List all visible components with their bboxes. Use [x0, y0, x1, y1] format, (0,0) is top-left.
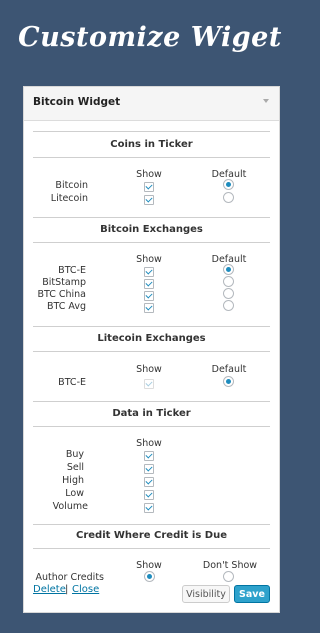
show-checkbox-low[interactable]	[144, 490, 154, 500]
section-divider	[33, 131, 270, 132]
show-column-header: Show	[136, 254, 162, 265]
visibility-button[interactable]: Visibility	[182, 585, 230, 603]
section-divider	[33, 351, 270, 352]
data-label-high: High	[62, 475, 84, 486]
default-radio-litecoin[interactable]	[223, 192, 234, 203]
section-divider	[33, 524, 270, 525]
dont-show-column-header: Don't Show	[202, 560, 258, 571]
default-radio-btc-avg[interactable]	[223, 300, 234, 311]
show-checkbox-buy[interactable]	[144, 451, 154, 461]
data-label-buy: Buy	[65, 449, 84, 460]
show-checkbox-sell[interactable]	[144, 464, 154, 474]
show-checkbox-litecoin[interactable]	[144, 195, 154, 205]
show-checkbox-bitcoin[interactable]	[144, 182, 154, 192]
section-divider	[33, 242, 270, 243]
show-checkbox-btc-avg[interactable]	[144, 303, 154, 313]
section-divider	[33, 326, 270, 327]
default-radio-btc-china[interactable]	[223, 288, 234, 299]
author-credits-show-radio[interactable]	[144, 571, 155, 582]
default-column-header: Default	[211, 364, 247, 375]
section-divider	[33, 157, 270, 158]
save-button[interactable]: Save	[234, 585, 270, 603]
section-title-data-in-ticker: Data in Ticker	[112, 408, 191, 419]
section-title-credit: Credit Where Credit is Due	[76, 530, 227, 541]
section-divider	[33, 426, 270, 427]
show-column-header: Show	[136, 438, 162, 449]
exchange-label-bitstamp: BitStamp	[42, 277, 86, 288]
footer-separator: |	[65, 584, 69, 595]
coin-label-litecoin: Litecoin	[50, 193, 88, 204]
exchange-label-btc-avg: BTC Avg	[46, 301, 86, 312]
bitcoin-widget-panel: Bitcoin Widget Coins in Ticker Show Defa…	[23, 86, 280, 613]
widget-toggle-arrow-icon[interactable]	[263, 99, 269, 103]
exchange-label-btc-e: BTC-E	[58, 265, 86, 276]
show-column-header: Show	[136, 560, 162, 571]
data-label-sell: Sell	[66, 462, 84, 473]
author-credits-dont-show-radio[interactable]	[223, 571, 234, 582]
widget-title: Bitcoin Widget	[33, 96, 121, 108]
show-checkbox-btc-e-litecoin	[144, 379, 154, 389]
author-credits-label: Author Credits	[35, 572, 104, 583]
page-heading: Customize Wiget	[18, 22, 282, 53]
section-title-bitcoin-exchanges: Bitcoin Exchanges	[100, 224, 203, 235]
default-radio-btc-e-litecoin[interactable]	[223, 376, 234, 387]
exchange-label-btc-e-litecoin: BTC-E	[58, 377, 86, 388]
section-divider	[33, 548, 270, 549]
show-checkbox-btc-china[interactable]	[144, 291, 154, 301]
section-divider	[33, 217, 270, 218]
show-checkbox-high[interactable]	[144, 477, 154, 487]
show-checkbox-btc-e[interactable]	[144, 267, 154, 277]
data-label-volume: Volume	[52, 501, 88, 512]
show-checkbox-bitstamp[interactable]	[144, 279, 154, 289]
coin-label-bitcoin: Bitcoin	[55, 180, 88, 191]
section-title-litecoin-exchanges: Litecoin Exchanges	[97, 333, 206, 344]
section-divider	[33, 401, 270, 402]
widget-header[interactable]: Bitcoin Widget	[24, 87, 279, 121]
close-link[interactable]: Close	[72, 584, 99, 595]
show-column-header: Show	[136, 364, 162, 375]
default-radio-bitstamp[interactable]	[223, 276, 234, 287]
show-column-header: Show	[136, 169, 162, 180]
data-label-low: Low	[65, 488, 84, 499]
section-title-coins-in-ticker: Coins in Ticker	[110, 139, 193, 150]
delete-link[interactable]: Delete	[33, 584, 66, 595]
exchange-label-btc-china: BTC China	[37, 289, 86, 300]
default-radio-bitcoin[interactable]	[223, 179, 234, 190]
default-radio-btc-e[interactable]	[223, 264, 234, 275]
show-checkbox-volume[interactable]	[144, 503, 154, 513]
